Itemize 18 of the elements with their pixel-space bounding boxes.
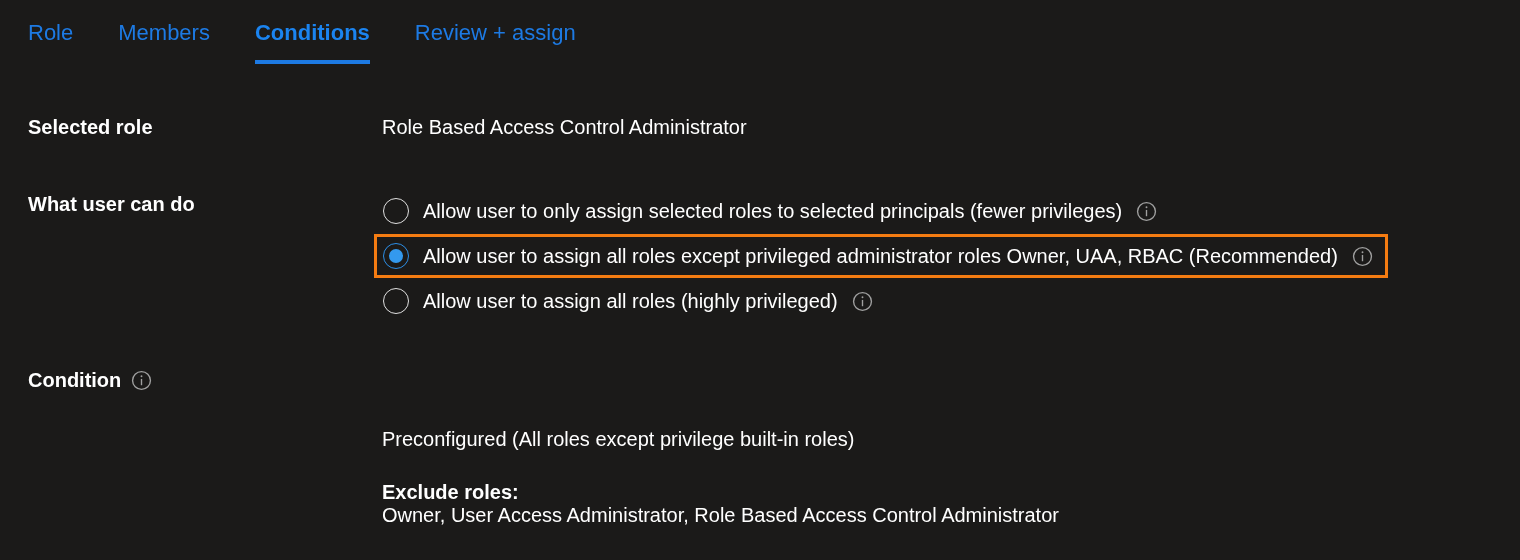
field-value: Role Based Access Control Administrator xyxy=(382,116,747,139)
tab[interactable]: Members xyxy=(118,20,210,64)
field-label: What user can do xyxy=(28,193,196,216)
option-label[interactable]: Allow user to assign all roles (highly privileged) xyxy=(423,289,838,313)
info-icon[interactable] xyxy=(131,370,153,391)
tab[interactable]: Review + assign xyxy=(414,20,576,64)
field-label: Condition xyxy=(28,369,122,392)
section-heading: Exclude roles: xyxy=(382,481,520,504)
info-icon[interactable] xyxy=(1136,200,1158,222)
tab[interactable]: Role xyxy=(28,20,74,64)
field-label: Selected role xyxy=(28,116,154,139)
excluded-roles: Owner, User Access Administrator, Role Based Access Control Administrator xyxy=(382,504,1060,527)
tab[interactable]: Conditions xyxy=(254,20,370,64)
info-icon[interactable] xyxy=(1351,245,1373,267)
option-label[interactable]: Allow user to only assign selected roles to selected principals (fewer privileges) xyxy=(423,199,1123,223)
info-icon[interactable] xyxy=(851,290,873,312)
option-label[interactable]: Allow user to assign all roles except privileged administrator roles Owner, UAA, RBAC (Recommended) xyxy=(423,244,1338,268)
condition-summary: Preconfigured (All roles except privilege built-in roles) xyxy=(382,428,856,451)
